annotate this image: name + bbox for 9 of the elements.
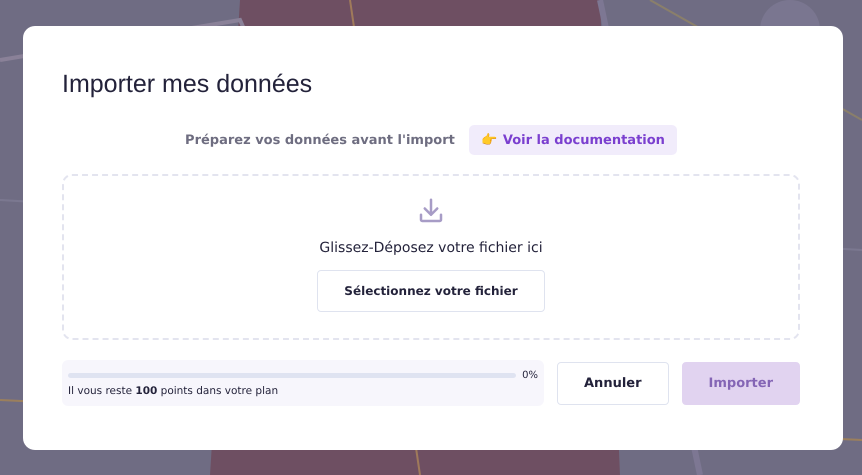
progress-reading: 0% (522, 370, 538, 380)
documentation-link[interactable]: 👉 Voir la documentation (468, 125, 677, 155)
dropzone[interactable]: Glissez-Déposez votre fichier ici Sélectionnez votre fichier (62, 174, 800, 340)
dialog-title: Importer mes données (62, 70, 314, 99)
dropzone-text: Glissez-Déposez votre fichier ici (319, 240, 543, 256)
quota-text: Il vous reste 100 points dans votre plan (68, 384, 280, 396)
cancel-button[interactable]: Annuler (557, 362, 669, 404)
hint-text: Préparez vos données avant l'import (185, 132, 455, 148)
select-file-button[interactable]: Sélectionnez votre fichier (317, 270, 545, 312)
